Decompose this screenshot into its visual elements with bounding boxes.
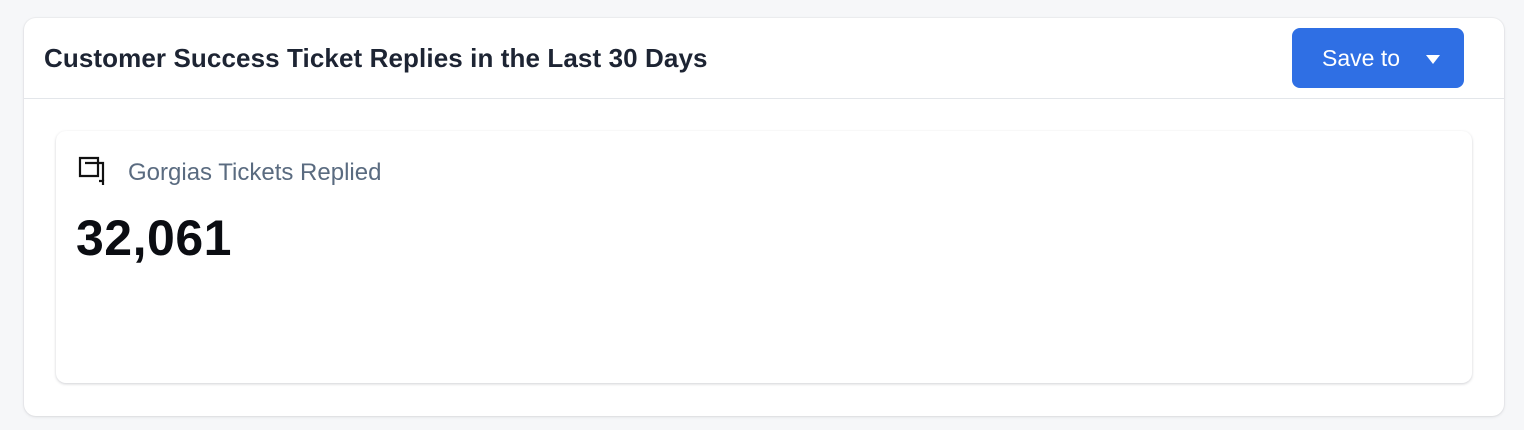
metric-label-row: Gorgias Tickets Replied	[78, 153, 381, 187]
chevron-down-icon	[1426, 54, 1440, 64]
metric-card: Gorgias Tickets Replied 32,061	[56, 131, 1472, 383]
panel-header: Customer Success Ticket Replies in the L…	[24, 18, 1504, 99]
metric-label: Gorgias Tickets Replied	[128, 159, 382, 186]
save-to-label: Save to	[1322, 44, 1400, 71]
save-to-button[interactable]: Save to	[1292, 28, 1464, 88]
page-title: Customer Success Ticket Replies in the L…	[44, 42, 708, 73]
metric-value: 32,061	[76, 210, 232, 266]
ticket-stack-icon	[78, 156, 105, 185]
report-panel: Customer Success Ticket Replies in the L…	[24, 18, 1504, 416]
